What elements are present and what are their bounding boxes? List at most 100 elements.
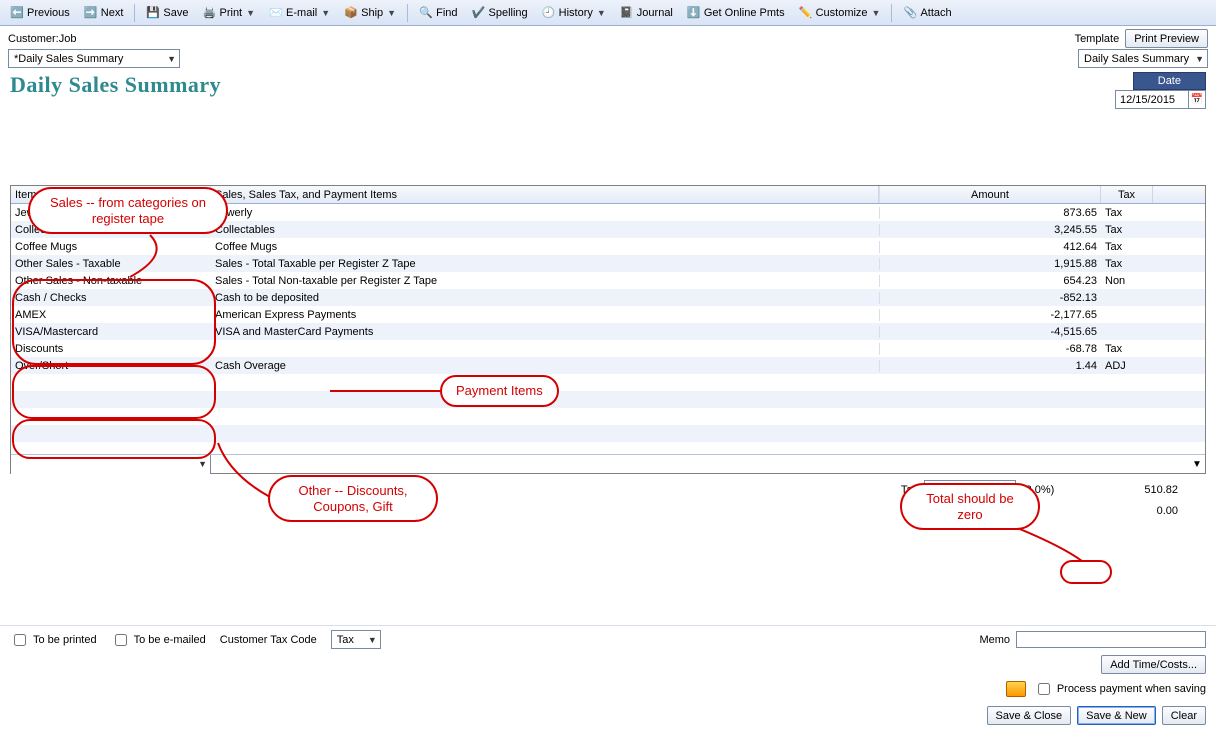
cell-desc[interactable]: Coffee Mugs [211,241,879,253]
col-desc[interactable]: Sales, Sales Tax, and Payment Items [211,186,879,203]
printer-icon: 🖨️ [203,6,217,20]
add-time-costs-button[interactable]: Add Time/Costs... [1101,655,1206,674]
date-field[interactable]: 📅 [1115,90,1206,109]
process-payment-row: Process payment when saving [0,676,1216,702]
annotation-other: Other -- Discounts, Coupons, Gift [268,475,438,522]
print-preview-button[interactable]: Print Preview [1125,29,1208,48]
chevron-down-icon: ▼ [368,635,377,645]
chevron-down-icon: ▼ [167,54,176,64]
process-payment-label: Process payment when saving [1057,683,1206,695]
to-be-printed-check[interactable]: To be printed [10,631,97,649]
get-online-pmts-button[interactable]: ⬇️Get Online Pmts [681,3,791,23]
calendar-icon[interactable]: 📅 [1188,91,1205,108]
save-new-button[interactable]: Save & New [1077,706,1156,725]
cell-tax[interactable]: Tax [1101,224,1153,236]
cell-desc[interactable]: Collectables [211,224,879,236]
to-be-emailed-check[interactable]: To be e-mailed [111,631,206,649]
previous-button[interactable]: ⬅️Previous [4,3,76,23]
download-icon: ⬇️ [687,6,701,20]
cell-desc[interactable]: Cash Overage [211,360,879,372]
title-bar: Daily Sales Summary Date 📅 [0,68,1216,109]
cell-amount[interactable]: 873.65 [879,207,1101,219]
chevron-down-icon: ▼ [1195,54,1204,64]
process-payment-input[interactable] [1038,683,1050,695]
pencil-icon: ✏️ [799,6,813,20]
col-tax[interactable]: Tax [1101,186,1153,203]
cell-desc[interactable]: VISA and MasterCard Payments [211,326,879,338]
to-be-printed-input[interactable] [14,634,26,646]
cell-desc[interactable]: Jewerly [211,207,879,219]
find-button[interactable]: 🔍Find [413,3,463,23]
cell-amount[interactable]: -68.78 [879,343,1101,355]
history-label: History [559,7,593,19]
header-row: Customer:Job Template Print Preview [0,26,1216,48]
form-wrapper: Sales -- from categories on register tap… [10,185,1206,625]
ship-button[interactable]: 📦Ship▼ [338,3,402,23]
chevron-down-icon: ▼ [872,8,881,18]
previous-label: Previous [27,7,70,19]
cell-desc[interactable]: Sales - Total Taxable per Register Z Tap… [211,258,879,270]
chevron-down-icon: ▼ [597,8,606,18]
email-button[interactable]: ✉️E-mail ▼ [263,3,336,23]
cell-tax[interactable]: Non [1101,275,1153,287]
cell-tax[interactable]: Tax [1101,258,1153,270]
cell-item[interactable]: Coffee Mugs [11,241,211,253]
attach-button[interactable]: 📎Attach [897,3,957,23]
spelling-button[interactable]: ✔️Spelling [466,3,534,23]
tax-entry-dropdown[interactable]: ▼ [1189,459,1205,470]
cell-desc[interactable]: Cash to be deposited [211,292,879,304]
cell-amount[interactable]: 1.44 [879,360,1101,372]
save-close-label: Save & Close [996,710,1063,722]
template-combo[interactable]: Daily Sales Summary ▼ [1078,49,1208,68]
save-button[interactable]: 💾Save [140,3,194,23]
customer-job-combo[interactable]: *Daily Sales Summary ▼ [8,49,180,68]
memo-group: Memo [979,631,1206,648]
save-close-button[interactable]: Save & Close [987,706,1072,725]
cell-tax[interactable]: ADJ [1101,360,1153,372]
cell-item[interactable]: Other Sales - Taxable [11,258,211,270]
cust-tax-code-value: Tax [337,634,354,646]
clear-button[interactable]: Clear [1162,706,1206,725]
cust-tax-code-combo[interactable]: Tax ▼ [331,630,381,649]
date-input[interactable] [1116,91,1188,108]
cell-desc[interactable]: Sales - Total Non-taxable per Register Z… [211,275,879,287]
chevron-down-icon: ▼ [198,459,207,469]
cell-tax[interactable]: Tax [1101,343,1153,355]
print-button[interactable]: 🖨️Print▼ [197,3,262,23]
process-payment-check[interactable]: Process payment when saving [1034,680,1206,698]
envelope-icon: ✉️ [269,6,283,20]
cell-amount[interactable]: 412.64 [879,241,1101,253]
header-row-2: *Daily Sales Summary ▼ Daily Sales Summa… [0,48,1216,68]
annotation-payment: Payment Items [440,375,559,407]
cell-amount[interactable]: 654.23 [879,275,1101,287]
arrow-left-icon: ⬅️ [10,6,24,20]
cell-amount[interactable]: 1,915.88 [879,258,1101,270]
cell-amount[interactable]: 3,245.55 [879,224,1101,236]
annotation-sales: Sales -- from categories on register tap… [28,187,228,234]
journal-icon: 📓 [620,6,634,20]
journal-button[interactable]: 📓Journal [614,3,679,23]
table-row[interactable]: Coffee MugsCoffee Mugs412.64Tax [11,238,1205,255]
customize-button[interactable]: ✏️Customize▼ [793,3,887,23]
memo-input[interactable] [1016,631,1206,648]
to-be-emailed-input[interactable] [115,634,127,646]
save-label: Save [163,7,188,19]
cell-amount[interactable]: -852.13 [879,292,1101,304]
paperclip-icon: 📎 [903,6,917,20]
separator [891,4,892,22]
cell-amount[interactable]: -2,177.65 [879,309,1101,321]
email-label: E-mail [286,7,317,19]
cell-amount[interactable]: -4,515.65 [879,326,1101,338]
table-row[interactable]: Other Sales - TaxableSales - Total Taxab… [11,255,1205,272]
next-label: Next [101,7,124,19]
cell-tax[interactable]: Tax [1101,241,1153,253]
find-label: Find [436,7,457,19]
cell-tax[interactable]: Tax [1101,207,1153,219]
next-button[interactable]: ➡️Next [78,3,130,23]
annotation-total: Total should be zero [900,483,1040,530]
history-button[interactable]: 🕘History▼ [536,3,612,23]
col-amount[interactable]: Amount [879,186,1101,203]
page-title: Daily Sales Summary [10,72,221,98]
chevron-down-icon: ▼ [321,8,330,18]
cell-desc[interactable]: American Express Payments [211,309,879,321]
